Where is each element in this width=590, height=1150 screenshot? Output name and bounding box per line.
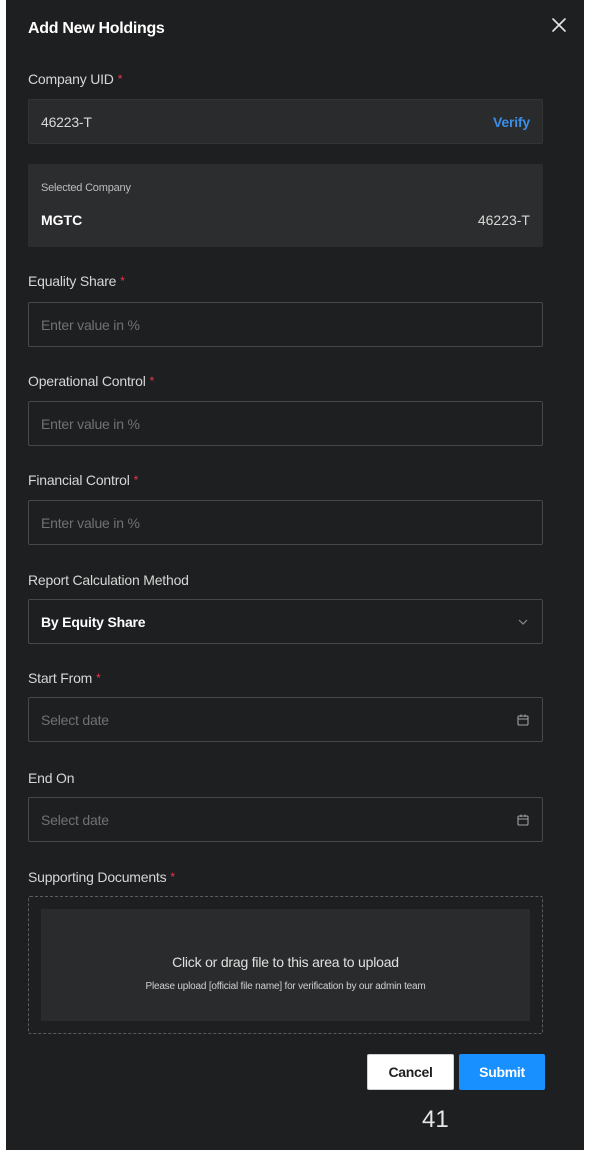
chevron-down-icon	[516, 615, 530, 629]
operational-control-input[interactable]: Enter value in %	[28, 401, 543, 446]
selected-company-name: MGTC	[41, 212, 83, 228]
financial-control-label-text: Financial Control	[28, 472, 130, 488]
required-mark: *	[120, 274, 125, 288]
operational-control-label: Operational Control *	[28, 373, 154, 389]
required-mark: *	[149, 374, 155, 388]
supporting-documents-label-text: Supporting Documents	[28, 869, 167, 885]
report-method-label: Report Calculation Method	[28, 572, 189, 588]
add-holdings-modal: Add New Holdings Company UID * 46223-T Ve…	[6, 0, 584, 1150]
financial-control-placeholder: Enter value in %	[41, 514, 140, 531]
calendar-icon	[516, 713, 530, 727]
selected-company-card: Selected Company MGTC 46223-T	[28, 164, 543, 247]
financial-control-input[interactable]: Enter value in %	[28, 500, 543, 545]
start-from-date-picker[interactable]: Select date	[28, 697, 543, 742]
end-on-date-picker[interactable]: Select date	[28, 797, 543, 842]
supporting-documents-label: Supporting Documents *	[28, 869, 175, 885]
company-uid-label: Company UID *	[28, 71, 122, 87]
start-from-label: Start From *	[28, 670, 101, 686]
page-number: 41	[422, 1106, 449, 1133]
equality-share-input[interactable]: Enter value in %	[28, 302, 543, 347]
equality-share-placeholder: Enter value in %	[41, 316, 140, 333]
equality-share-label-text: Equality Share	[28, 273, 117, 289]
required-mark: *	[133, 473, 139, 487]
company-uid-label-text: Company UID	[28, 71, 114, 87]
report-method-selected: By Equity Share	[41, 613, 146, 630]
operational-control-label-text: Operational Control	[28, 373, 146, 389]
upload-instruction: Click or drag file to this area to uploa…	[172, 954, 399, 970]
required-mark: *	[117, 72, 123, 86]
file-upload-dropzone[interactable]: Click or drag file to this area to uploa…	[28, 896, 543, 1034]
submit-button[interactable]: Submit	[459, 1054, 545, 1090]
required-mark: *	[170, 870, 175, 884]
upload-area[interactable]: Click or drag file to this area to uploa…	[41, 909, 530, 1021]
modal-title: Add New Holdings	[28, 20, 165, 37]
page: Add New Holdings Company UID * 46223-T Ve…	[0, 0, 590, 1150]
operational-control-placeholder: Enter value in %	[41, 415, 140, 432]
required-mark: *	[96, 671, 101, 685]
end-on-label: End On	[28, 770, 75, 786]
close-icon[interactable]	[548, 14, 570, 36]
verify-button[interactable]: Verify	[493, 114, 530, 130]
company-uid-value: 46223-T	[41, 113, 92, 130]
report-method-select[interactable]: By Equity Share	[28, 599, 543, 644]
upload-hint: Please upload [official file name] for v…	[145, 981, 426, 992]
company-uid-input[interactable]: 46223-T Verify	[28, 99, 543, 144]
end-on-placeholder: Select date	[41, 811, 109, 828]
start-from-placeholder: Select date	[41, 711, 109, 728]
selected-company-code: 46223-T	[477, 212, 530, 228]
cancel-button[interactable]: Cancel	[367, 1054, 454, 1090]
start-from-label-text: Start From	[28, 670, 93, 686]
selected-company-caption: Selected Company	[41, 182, 131, 194]
equality-share-label: Equality Share *	[28, 273, 125, 289]
calendar-icon	[516, 813, 530, 827]
financial-control-label: Financial Control *	[28, 472, 138, 488]
